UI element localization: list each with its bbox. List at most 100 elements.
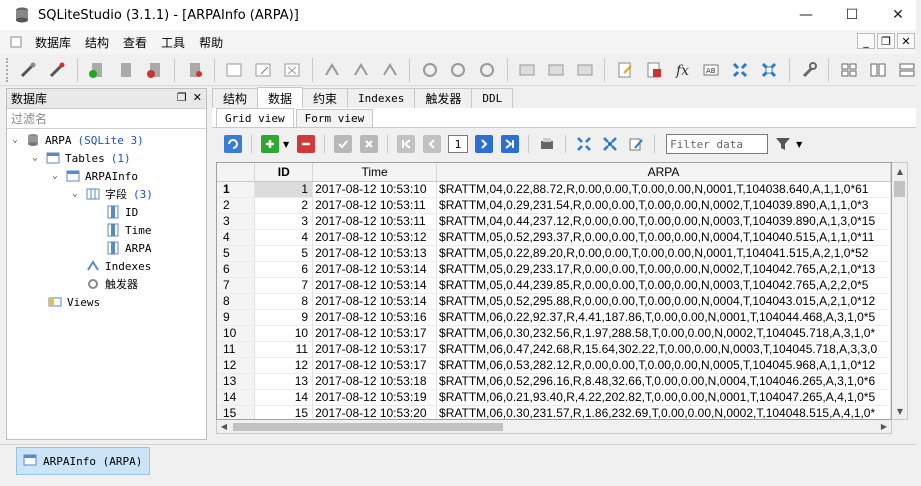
cell-arpa[interactable]: $RATTM,06,0.22,92.37,R,4.41,187.86,T,0.0…: [436, 309, 891, 326]
chevron-down-icon[interactable]: ⌄: [29, 153, 41, 163]
previous-page-icon[interactable]: [423, 135, 442, 153]
menu-help[interactable]: 帮助: [192, 34, 230, 51]
cell-time[interactable]: 2017-08-12 10:53:11: [312, 213, 438, 230]
scroll-left-icon[interactable]: ◀: [217, 420, 231, 433]
column-header-arpa[interactable]: ARPA: [436, 163, 891, 182]
edit-table-icon[interactable]: [252, 58, 275, 82]
cell-id[interactable]: 6: [254, 261, 314, 278]
cell-time[interactable]: 2017-08-12 10:53:17: [312, 325, 438, 342]
scroll-right-icon[interactable]: ▶: [877, 420, 891, 433]
panel-close-icon[interactable]: ✕: [193, 91, 202, 104]
functions-icon[interactable]: fx: [671, 58, 694, 82]
row-number[interactable]: 14: [217, 389, 256, 406]
row-number[interactable]: 10: [217, 325, 256, 342]
column-header-time[interactable]: Time: [312, 163, 438, 182]
tab-triggers[interactable]: 触发器: [414, 88, 473, 108]
column-header-id[interactable]: ID: [254, 163, 314, 182]
cell-arpa[interactable]: $RATTM,04,0.29,231.54,R,0.00,0.00,T,0.00…: [436, 197, 891, 214]
row-number[interactable]: 9: [217, 309, 256, 326]
cell-time[interactable]: 2017-08-12 10:53:20: [312, 405, 438, 419]
delete-trigger-icon[interactable]: [476, 58, 499, 82]
cell-time[interactable]: 2017-08-12 10:53:16: [312, 309, 438, 326]
cell-time[interactable]: 2017-08-12 10:53:14: [312, 277, 438, 294]
cell-time[interactable]: 2017-08-12 10:53:10: [312, 181, 438, 198]
tree-triggers[interactable]: 触发器: [81, 275, 138, 293]
cell-id[interactable]: 4: [254, 229, 314, 246]
cell-arpa[interactable]: $RATTM,04,0.22,88.72,R,0.00,0.00,T,0.00,…: [436, 181, 891, 198]
tile-horizontal-icon[interactable]: [866, 58, 889, 82]
cell-arpa[interactable]: $RATTM,05,0.29,233.17,R,0.00,0.00,T,0.00…: [436, 261, 891, 278]
toolbar-grip[interactable]: [6, 57, 10, 82]
cell-id[interactable]: 9: [254, 309, 314, 326]
create-trigger-icon[interactable]: [418, 58, 441, 82]
cell-time[interactable]: 2017-08-12 10:53:18: [312, 373, 438, 390]
tab-form-view[interactable]: Form view: [295, 109, 374, 127]
delete-table-icon[interactable]: [281, 58, 304, 82]
connect-db-icon[interactable]: [17, 58, 40, 82]
cell-id[interactable]: 7: [254, 277, 314, 294]
task-window-arpainfo[interactable]: ARPAInfo (ARPA): [16, 447, 150, 475]
menu-database[interactable]: 数据库: [28, 34, 78, 51]
vertical-scrollbar[interactable]: ▲ ▼: [892, 162, 908, 420]
page-number-input[interactable]: 1: [448, 135, 469, 153]
edit-index-icon[interactable]: [349, 58, 372, 82]
row-number[interactable]: 7: [217, 277, 256, 294]
table-row[interactable]: 2 2 2017-08-12 10:53:11 $RATTM,04,0.29,231.…: [217, 197, 891, 214]
table-row[interactable]: 11 11 2017-08-12 10:53:17 $RATTM,06,0.47,24…: [217, 341, 891, 358]
fit-columns-icon[interactable]: [575, 135, 593, 153]
edit-value-icon[interactable]: [627, 135, 645, 153]
row-number[interactable]: 8: [217, 293, 256, 310]
cell-time[interactable]: 2017-08-12 10:53:12: [312, 229, 438, 246]
panel-float-icon[interactable]: ❐: [177, 91, 187, 104]
collations-icon[interactable]: AB: [700, 58, 723, 82]
row-number[interactable]: 6: [217, 261, 256, 278]
cell-id[interactable]: 15: [254, 405, 314, 419]
cell-id[interactable]: 1: [254, 181, 314, 198]
cell-arpa[interactable]: $RATTM,06,0.52,296.16,R,8.48,32.66,T,0.0…: [436, 373, 891, 390]
mdi-close-button[interactable]: ✕: [897, 33, 915, 49]
tree-db-arpa[interactable]: ⌄ ARPA (SQLite 3): [9, 131, 143, 149]
table-row[interactable]: 6 6 2017-08-12 10:53:14 $RATTM,05,0.29,233.…: [217, 261, 891, 278]
tab-ddl[interactable]: DDL: [471, 88, 514, 108]
create-index-icon[interactable]: [321, 58, 344, 82]
rollback-icon[interactable]: [360, 135, 379, 153]
edit-trigger-icon[interactable]: [447, 58, 470, 82]
table-row[interactable]: 8 8 2017-08-12 10:53:14 $RATTM,05,0.52,295.…: [217, 293, 891, 310]
horizontal-scroll-thumb[interactable]: [233, 423, 503, 431]
cell-time[interactable]: 2017-08-12 10:53:19: [312, 389, 438, 406]
create-table-icon[interactable]: [223, 58, 246, 82]
horizontal-scrollbar[interactable]: ◀ ▶: [216, 420, 892, 434]
cell-id[interactable]: 8: [254, 293, 314, 310]
filter-funnel-icon[interactable]: [774, 135, 792, 153]
row-number[interactable]: 11: [217, 341, 256, 358]
scroll-down-icon[interactable]: ▼: [892, 403, 908, 419]
vertical-scroll-thumb[interactable]: [894, 181, 905, 197]
filter-data-input[interactable]: Filter data: [666, 134, 769, 154]
table-row[interactable]: 13 13 2017-08-12 10:53:18 $RATTM,06,0.52,29…: [217, 373, 891, 390]
tab-structure[interactable]: 结构: [212, 88, 259, 108]
table-row[interactable]: 7 7 2017-08-12 10:53:14 $RATTM,05,0.44,239.…: [217, 277, 891, 294]
chevron-down-icon[interactable]: ⌄: [49, 171, 61, 181]
chevron-down-icon[interactable]: ⌄: [9, 135, 21, 145]
cell-time[interactable]: 2017-08-12 10:53:17: [312, 357, 438, 374]
tree-column-time[interactable]: Time: [101, 221, 152, 239]
maximize-button[interactable]: ☐: [829, 0, 875, 30]
row-number[interactable]: 1: [217, 181, 256, 198]
close-button[interactable]: ✕: [875, 0, 921, 30]
cell-id[interactable]: 5: [254, 245, 314, 262]
menu-view[interactable]: 查看: [116, 34, 154, 51]
add-database-icon[interactable]: [86, 58, 109, 82]
table-row[interactable]: 4 4 2017-08-12 10:53:12 $RATTM,05,0.52,293.…: [217, 229, 891, 246]
sql-editor-icon[interactable]: [613, 58, 636, 82]
tree-tables[interactable]: ⌄ Tables (1): [29, 149, 130, 167]
chevron-down-icon[interactable]: ⌄: [69, 189, 81, 199]
remove-database-icon[interactable]: [143, 58, 166, 82]
tab-constraints[interactable]: 约束: [302, 88, 349, 108]
edit-database-icon[interactable]: [114, 58, 137, 82]
cell-arpa[interactable]: $RATTM,05,0.22,89.20,R,0.00,0.00,T,0.00,…: [436, 245, 891, 262]
cell-id[interactable]: 11: [254, 341, 314, 358]
create-view-icon[interactable]: [516, 58, 539, 82]
table-row[interactable]: 1 1 2017-08-12 10:53:10 $RATTM,04,0.22,88.7…: [217, 181, 891, 198]
row-number[interactable]: 15: [217, 405, 256, 419]
refresh-icon[interactable]: [224, 135, 242, 153]
